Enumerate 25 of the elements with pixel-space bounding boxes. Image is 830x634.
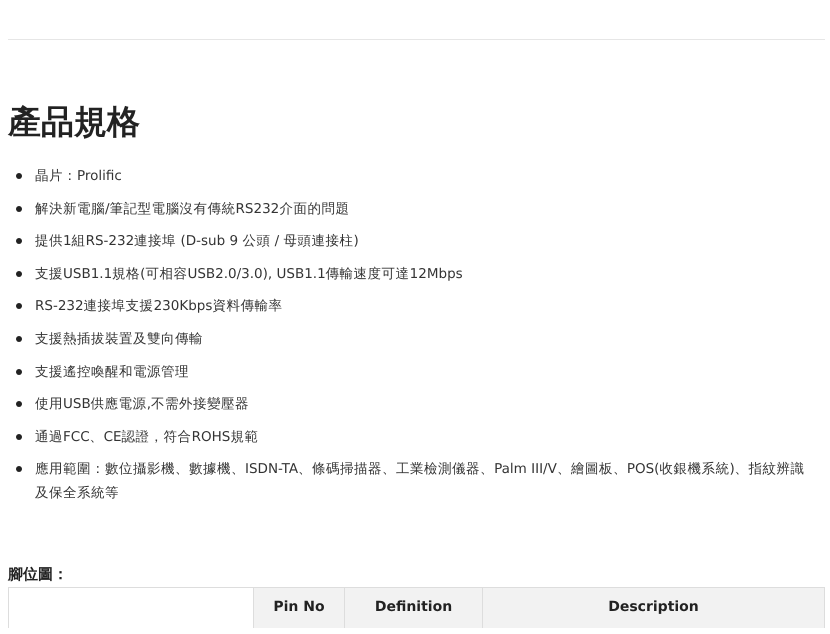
bullet-icon bbox=[16, 434, 22, 440]
spec-text: 支援熱插拔裝置及雙向傳輸 bbox=[35, 330, 203, 347]
spec-text: 提供1組RS-232連接埠 (D-sub 9 公頭 / 母頭連接柱) bbox=[35, 233, 359, 250]
table-header-cell: Pin No bbox=[253, 588, 344, 628]
bullet-icon bbox=[16, 303, 22, 310]
spec-text: 使用USB供應電源,不需外接變壓器 bbox=[35, 396, 250, 412]
bullet-icon bbox=[16, 336, 22, 342]
bullet-icon bbox=[16, 401, 22, 408]
table-header-cell: Description bbox=[482, 588, 824, 628]
page-title: 產品規格 bbox=[8, 102, 141, 142]
spec-text: 支援遙控喚醒和電源管理 bbox=[35, 364, 189, 380]
spec-text: 通過FCC、CE認證，符合ROHS規範 bbox=[35, 428, 258, 445]
bullet-icon bbox=[16, 238, 22, 244]
bullet-icon bbox=[16, 173, 22, 179]
table-header-cell: Definition bbox=[344, 588, 482, 628]
spec-text: 解決新電腦/筆記型電腦沒有傳統RS232介面的問題 bbox=[35, 200, 350, 217]
bullet-icon bbox=[16, 206, 22, 212]
spec-text: RS-232連接埠支援230Kbps資料傳輸率 bbox=[35, 298, 282, 314]
bullet-icon bbox=[16, 270, 22, 277]
bullet-icon bbox=[16, 466, 22, 472]
spec-text: 應用範圍：數位攝影機、數據機、ISDN-TA、條碼掃描器、工業檢測儀器、Palm III/V、繪圖板、POS(收銀機系統)、指紋辨識及保全系統等 bbox=[35, 461, 805, 502]
spec-text: 支援USB1.1規格(可相容USB2.0/3.0), USB1.1傳輸速度可達12Mbps bbox=[35, 266, 463, 282]
bullet-icon bbox=[16, 368, 22, 375]
spec-text: 晶片：Prolific bbox=[35, 168, 122, 184]
section-label: 腳位圖： bbox=[8, 564, 69, 586]
